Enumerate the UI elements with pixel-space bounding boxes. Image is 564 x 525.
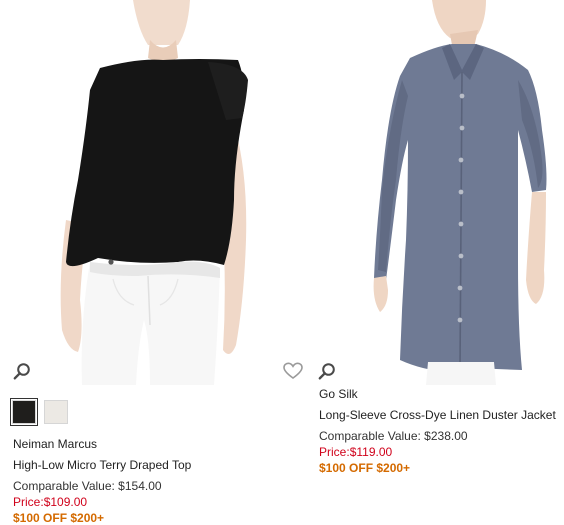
- comparable-value: Comparable Value: $238.00: [319, 428, 564, 444]
- comparable-label: Comparable Value:: [13, 479, 119, 493]
- product-card: Go Silk Long-Sleeve Cross-Dye Linen Dust…: [300, 0, 564, 525]
- sale-price: Price:$119.00: [319, 444, 564, 460]
- comparable-amount: $154.00: [118, 479, 162, 493]
- product-brand[interactable]: Neiman Marcus: [13, 436, 293, 452]
- product-photo-black-top: [60, 0, 248, 385]
- color-swatches: [10, 398, 68, 426]
- product-image[interactable]: [38, 0, 270, 385]
- product-image[interactable]: [366, 0, 556, 385]
- price-amount: $109.00: [43, 495, 88, 509]
- search-icon: [13, 363, 30, 380]
- product-grid: Neiman Marcus High-Low Micro Terry Drape…: [0, 0, 564, 525]
- product-name[interactable]: Long-Sleeve Cross-Dye Linen Duster Jacke…: [319, 407, 564, 423]
- promo-text: $100 OFF $200+: [319, 461, 411, 475]
- sale-price: Price:$109.00: [13, 494, 293, 510]
- product-card: Neiman Marcus High-Low Micro Terry Drape…: [0, 0, 303, 525]
- product-brand[interactable]: Go Silk: [319, 386, 564, 402]
- product-info: Neiman Marcus High-Low Micro Terry Drape…: [13, 436, 293, 525]
- product-info: Go Silk Long-Sleeve Cross-Dye Linen Dust…: [319, 386, 564, 476]
- quick-view-button[interactable]: [316, 360, 338, 382]
- comparable-value: Comparable Value: $154.00: [13, 478, 293, 494]
- quick-view-button[interactable]: [11, 360, 33, 382]
- product-name[interactable]: High-Low Micro Terry Draped Top: [13, 457, 293, 473]
- comparable-amount: $238.00: [424, 429, 468, 443]
- promo-text: $100 OFF $200+: [13, 511, 105, 525]
- product-photo-chambray-jacket: [373, 0, 547, 385]
- price-label: Price:: [319, 445, 350, 459]
- price-amount: $119.00: [349, 445, 393, 459]
- search-icon: [318, 363, 335, 380]
- comparable-label: Comparable Value:: [319, 429, 425, 443]
- color-swatch-black[interactable]: [10, 398, 38, 426]
- price-label: Price:: [13, 495, 44, 509]
- color-swatch-white[interactable]: [44, 400, 68, 424]
